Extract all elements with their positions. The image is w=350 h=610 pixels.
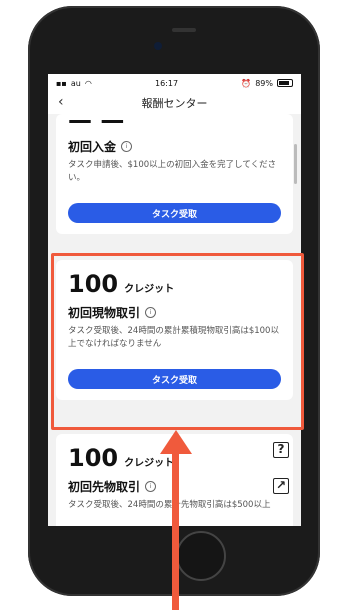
- home-button[interactable]: [176, 531, 226, 581]
- credits-cut: — —: [68, 118, 125, 132]
- credits-unit: クレジット: [124, 458, 175, 469]
- back-button[interactable]: ‹: [58, 94, 64, 110]
- alarm-icon: ⏰: [241, 78, 252, 88]
- front-camera: [154, 42, 162, 50]
- battery-icon: [277, 79, 293, 87]
- scrollbar[interactable]: [294, 144, 297, 184]
- question-box-icon[interactable]: ?: [273, 442, 289, 458]
- signal-icon: ▪▪: [56, 78, 67, 88]
- wifi-icon: ◠: [84, 78, 92, 88]
- task-title: 初回入金 i: [68, 138, 281, 155]
- clock: 16:17: [155, 78, 179, 88]
- task-title-text: 初回入金: [68, 140, 117, 154]
- credits-value: 100: [68, 444, 119, 472]
- receive-task-button[interactable]: タスク受取: [68, 203, 281, 223]
- page-title: 報酬センター: [141, 97, 208, 110]
- speaker: [172, 28, 196, 32]
- info-icon[interactable]: i: [145, 481, 157, 492]
- task-description: タスク申請後、$100以上の初回入金を完了してください。: [68, 160, 277, 183]
- highlight-box: [51, 253, 304, 430]
- external-link-icon[interactable]: ↗: [273, 478, 289, 494]
- info-icon[interactable]: i: [121, 141, 133, 152]
- task-card-first-deposit: — — 初回入金 i タスク申請後、$100以上の初回入金を完了してください。 …: [56, 114, 293, 234]
- carrier-label: au: [70, 78, 81, 88]
- arrow-shaft: [172, 450, 179, 610]
- battery-percent: 89%: [255, 78, 273, 88]
- nav-bar: ‹ 報酬センター: [48, 92, 301, 114]
- status-bar: ▪▪ au ◠ 16:17 ⏰ 89%: [48, 74, 301, 92]
- task-title-text: 初回先物取引: [68, 480, 141, 494]
